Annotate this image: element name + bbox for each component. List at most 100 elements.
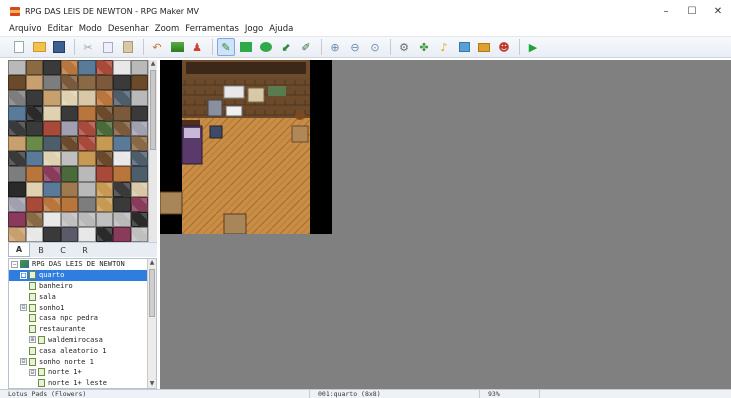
map-tree-item[interactable]: banheiro (9, 281, 156, 292)
tileset-scroll-thumb[interactable] (150, 70, 156, 150)
tileset-tile[interactable] (113, 105, 131, 121)
tileset-tile[interactable] (25, 196, 43, 212)
tileset-scrollbar[interactable]: ▲ (148, 60, 157, 242)
tileset-tile[interactable] (43, 227, 61, 242)
map-tree-item[interactable]: casa npc pedra (9, 313, 156, 324)
tileset-tile[interactable] (25, 120, 43, 136)
tileset-tile[interactable] (78, 166, 96, 182)
menu-modo[interactable]: Modo (76, 24, 105, 34)
tileset-tile[interactable] (60, 227, 78, 242)
tileset-tile[interactable] (95, 75, 113, 91)
shadow-pen-icon[interactable]: ✐ (297, 38, 315, 56)
desk-papers[interactable] (225, 105, 243, 117)
new-project-icon[interactable] (10, 38, 28, 56)
pot[interactable] (295, 110, 305, 120)
tileset-tile[interactable] (60, 151, 78, 167)
chair[interactable] (207, 99, 223, 117)
paste-icon[interactable] (119, 38, 137, 56)
resource-manager-icon[interactable] (475, 38, 493, 56)
fill-icon[interactable]: ⬋ (277, 38, 295, 56)
actual-size-icon[interactable]: ⊙ (366, 38, 384, 56)
map-tree-scrollbar[interactable]: ▲ ▼ (147, 259, 156, 388)
tileset-tile[interactable] (78, 211, 96, 228)
tileset-tile[interactable] (60, 60, 78, 76)
tileset-tile[interactable] (43, 181, 61, 197)
tileset-tile[interactable] (78, 105, 96, 121)
tileset-tile[interactable] (25, 60, 43, 76)
menu-arquivo[interactable]: Arquivo (6, 24, 45, 34)
tileset-tile[interactable] (113, 75, 131, 91)
tileset-tile[interactable] (8, 196, 26, 212)
room-map[interactable] (160, 60, 332, 234)
tileset-tile[interactable] (113, 181, 131, 197)
scroll-up-arrow-icon[interactable]: ▲ (148, 259, 156, 267)
tileset-tile[interactable] (113, 135, 131, 152)
copy-icon[interactable] (99, 38, 117, 56)
save-project-icon[interactable] (50, 38, 68, 56)
map-tree-item[interactable]: sala (9, 291, 156, 302)
plugin-manager-icon[interactable]: ✤ (415, 38, 433, 56)
tileset-tile[interactable] (130, 135, 148, 152)
tileset-tile[interactable] (130, 196, 148, 212)
tileset-grid[interactable] (8, 60, 148, 242)
tileset-tile[interactable] (95, 135, 113, 152)
menu-zoom[interactable]: Zoom (152, 24, 183, 34)
tileset-tile[interactable] (130, 60, 148, 76)
tileset-tile[interactable] (43, 60, 61, 76)
tileset-tile[interactable] (130, 166, 148, 182)
tileset-tile[interactable] (78, 181, 96, 197)
tileset-tile[interactable] (25, 151, 43, 167)
tree-expander-icon[interactable]: ⊞ (29, 336, 36, 344)
map-tree-item[interactable]: casa aleatorio 1 (9, 345, 156, 356)
tileset-tile[interactable] (8, 151, 26, 167)
tileset-tile[interactable] (95, 227, 113, 242)
tileset-tile[interactable] (130, 151, 148, 167)
tileset-tile[interactable] (60, 120, 78, 136)
tileset-tab-a[interactable]: A (8, 243, 30, 257)
rectangle-icon[interactable] (237, 38, 255, 56)
tileset-tile[interactable] (78, 151, 96, 167)
ellipse-icon[interactable] (257, 38, 275, 56)
tileset-tile[interactable] (95, 211, 113, 228)
tileset-tile[interactable] (25, 166, 43, 182)
tileset-tile[interactable] (130, 120, 148, 136)
map-tree-item[interactable]: ■ quarto (9, 269, 156, 281)
menu-ferramentas[interactable]: Ferramentas (182, 24, 242, 34)
tileset-tile[interactable] (25, 227, 43, 242)
tileset-tile[interactable] (60, 75, 78, 91)
tileset-tile[interactable] (43, 196, 61, 212)
minimize-button[interactable]: – (653, 0, 679, 22)
tileset-tile[interactable] (8, 181, 26, 197)
tileset-tile[interactable] (95, 166, 113, 182)
map-tree-item[interactable]: ⊟ sonho norte 1 (9, 356, 156, 367)
tileset-tile[interactable] (8, 120, 26, 136)
tileset-tab-r[interactable]: R (74, 243, 96, 257)
tileset-tile[interactable] (113, 211, 131, 228)
tileset-tile[interactable] (95, 181, 113, 197)
tileset-tile[interactable] (60, 105, 78, 121)
map-tree-item[interactable]: ⊟ norte 1+ (9, 367, 156, 378)
tileset-tile[interactable] (8, 75, 26, 91)
menu-jogo[interactable]: Jogo (242, 24, 266, 34)
tileset-tile[interactable] (95, 196, 113, 212)
menu-desenhar[interactable]: Desenhar (105, 24, 152, 34)
tileset-tile[interactable] (60, 181, 78, 197)
tileset-tile[interactable] (113, 151, 131, 167)
map-tree-item[interactable]: ⊞ waldemirocasa (9, 335, 156, 346)
tileset-tile[interactable] (78, 227, 96, 242)
tileset-tile[interactable] (43, 75, 61, 91)
tileset-tile[interactable] (113, 60, 131, 76)
tileset-tile[interactable] (43, 105, 61, 121)
tileset-tile[interactable] (60, 90, 78, 106)
tileset-tile[interactable] (78, 75, 96, 91)
tree-project-row[interactable]: − RPG DAS LEIS DE NEWTON (9, 259, 156, 270)
tileset-tile[interactable] (78, 120, 96, 136)
tileset-tile[interactable] (113, 227, 131, 242)
tree-expander-icon[interactable]: ⊟ (29, 368, 36, 376)
sound-test-icon[interactable]: ♪ (435, 38, 453, 56)
tileset-tile[interactable] (113, 166, 131, 182)
tileset-tile[interactable] (8, 135, 26, 152)
tileset-tile[interactable] (43, 135, 61, 152)
tileset-tile[interactable] (130, 211, 148, 228)
tileset-tile[interactable] (113, 120, 131, 136)
